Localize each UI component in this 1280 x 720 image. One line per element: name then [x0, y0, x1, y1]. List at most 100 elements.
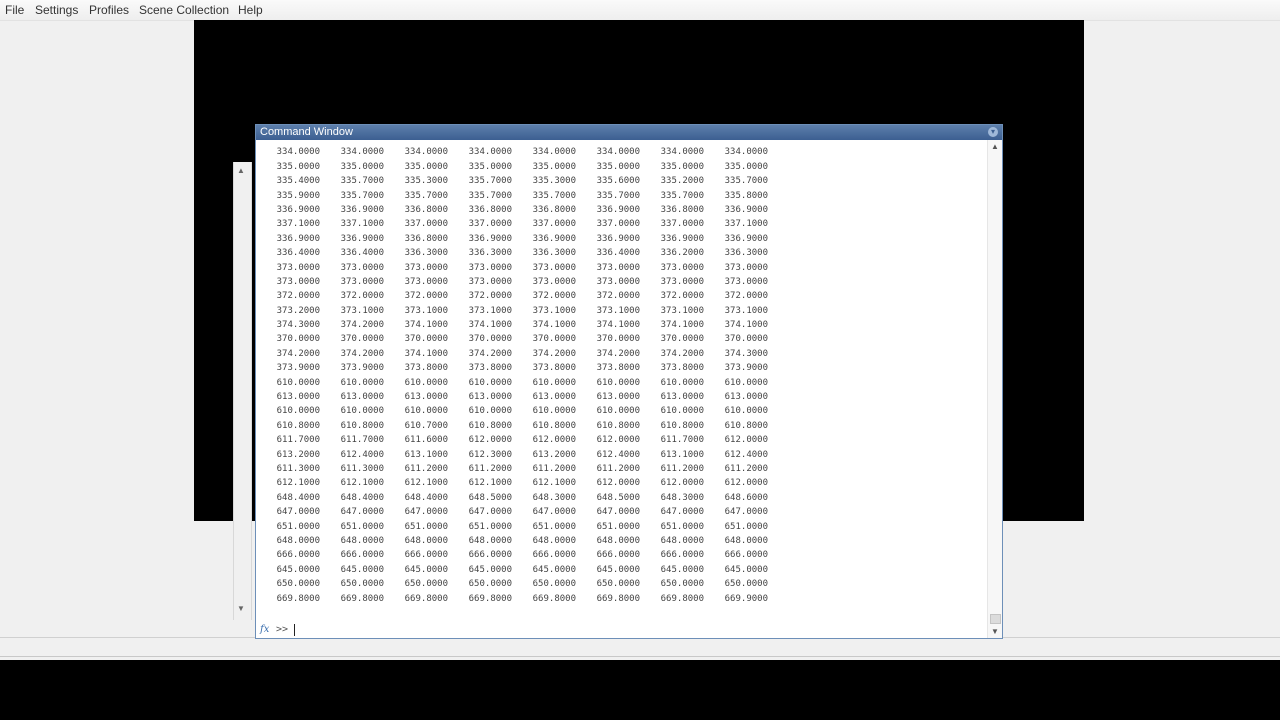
output-value: 337.1000 — [340, 219, 384, 230]
output-row: 647.0000 647.0000 647.0000 647.0000 647.0000… — [256, 505, 986, 519]
output-value: 647.0000 — [340, 507, 384, 518]
output-value: 650.0000 — [596, 579, 640, 590]
output-value: 648.4000 — [404, 492, 448, 503]
output-value: 611.2000 — [724, 463, 768, 474]
output-value: 666.0000 — [532, 550, 576, 561]
output-value: 337.1000 — [724, 219, 768, 230]
output-row: 651.0000 651.0000 651.0000 651.0000 651.0000… — [256, 520, 986, 534]
output-row: 650.0000 650.0000 650.0000 650.0000 650.0000… — [256, 577, 986, 591]
output-value: 373.0000 — [724, 262, 768, 273]
output-value: 611.7000 — [276, 435, 320, 446]
output-value: 334.0000 — [340, 147, 384, 158]
output-value: 373.8000 — [468, 363, 512, 374]
fx-icon[interactable]: fx — [260, 624, 269, 635]
command-window-titlebar[interactable]: Command Window ▾ — [256, 125, 1002, 140]
output-value: 336.4000 — [596, 248, 640, 259]
output-value: 648.3000 — [532, 492, 576, 503]
output-value: 334.0000 — [660, 147, 704, 158]
output-value: 613.0000 — [660, 392, 704, 403]
output-value: 611.7000 — [340, 435, 384, 446]
command-output: 298.4000298.3000298.3000298.3000298.4000… — [256, 140, 986, 620]
scroll-up-icon[interactable]: ▲ — [991, 142, 999, 151]
output-value: 612.0000 — [468, 435, 512, 446]
menu-help[interactable]: Help — [238, 3, 263, 17]
output-value: 645.0000 — [276, 564, 320, 575]
output-value: 336.9000 — [724, 233, 768, 244]
output-value: 373.0000 — [596, 276, 640, 287]
output-value: 373.1000 — [404, 305, 448, 316]
output-value: 610.0000 — [532, 406, 576, 417]
output-value: 651.0000 — [660, 521, 704, 532]
output-value: 373.0000 — [468, 276, 512, 287]
output-value: 335.7000 — [660, 190, 704, 201]
output-value: 373.8000 — [596, 363, 640, 374]
output-value: 337.0000 — [404, 219, 448, 230]
output-row: 336.9000 336.9000 336.8000 336.9000 336.9000… — [256, 232, 986, 246]
output-value: 613.0000 — [276, 392, 320, 403]
output-value: 373.2000 — [276, 305, 320, 316]
output-value: 650.0000 — [660, 579, 704, 590]
output-value: 374.2000 — [276, 348, 320, 359]
output-value: 374.2000 — [660, 348, 704, 359]
menu-scene-collection[interactable]: Scene Collection — [139, 3, 229, 17]
output-value: 651.0000 — [596, 521, 640, 532]
output-value: 613.2000 — [276, 449, 320, 460]
output-value: 610.0000 — [660, 406, 704, 417]
output-value: 373.8000 — [404, 363, 448, 374]
output-value: 610.0000 — [596, 377, 640, 388]
output-value: 645.0000 — [404, 564, 448, 575]
output-value: 669.8000 — [340, 593, 384, 604]
output-value: 611.6000 — [404, 435, 448, 446]
output-value: 335.7000 — [468, 176, 512, 187]
scroll-down-icon[interactable]: ▼ — [991, 627, 999, 636]
menu-profiles[interactable]: Profiles — [89, 3, 129, 17]
output-value: 374.1000 — [404, 348, 448, 359]
output-row: 373.2000 373.1000 373.1000 373.1000 373.1000… — [256, 304, 986, 318]
output-value: 648.0000 — [404, 535, 448, 546]
output-value: 612.1000 — [468, 478, 512, 489]
output-value: 335.0000 — [404, 161, 448, 172]
output-value: 645.0000 — [724, 564, 768, 575]
output-value: 336.3000 — [724, 248, 768, 259]
output-scrollbar[interactable]: ▲ ▼ — [987, 140, 1002, 638]
letterbox — [0, 660, 1280, 720]
output-value: 610.8000 — [276, 420, 320, 431]
output-value: 612.0000 — [596, 435, 640, 446]
output-value: 613.0000 — [468, 392, 512, 403]
window-menu-icon[interactable]: ▾ — [988, 127, 998, 137]
output-value: 372.0000 — [660, 291, 704, 302]
output-value: 336.8000 — [532, 204, 576, 215]
output-value: 372.0000 — [532, 291, 576, 302]
output-value: 337.0000 — [596, 219, 640, 230]
output-value: 648.5000 — [468, 492, 512, 503]
menu-file[interactable]: File — [5, 3, 24, 17]
output-value: 374.2000 — [340, 348, 384, 359]
output-value: 647.0000 — [660, 507, 704, 518]
menu-settings[interactable]: Settings — [35, 3, 78, 17]
output-value: 613.1000 — [660, 449, 704, 460]
output-value: 647.0000 — [532, 507, 576, 518]
output-value: 669.8000 — [404, 593, 448, 604]
output-value: 610.0000 — [468, 406, 512, 417]
scroll-up-icon[interactable]: ▲ — [237, 166, 245, 175]
output-value: 611.2000 — [596, 463, 640, 474]
output-value: 373.1000 — [596, 305, 640, 316]
output-value: 336.8000 — [660, 204, 704, 215]
output-value: 612.4000 — [724, 449, 768, 460]
output-value: 373.0000 — [468, 262, 512, 273]
side-scrollbar[interactable]: ▲ ▼ — [233, 162, 252, 620]
prompt-symbol: >> — [276, 624, 289, 635]
command-prompt[interactable]: fx >> — [256, 622, 986, 638]
output-row: 611.3000 611.3000 611.2000 611.2000 611.2000… — [256, 462, 986, 476]
output-value: 373.0000 — [276, 276, 320, 287]
output-value: 372.0000 — [724, 291, 768, 302]
output-row: 610.8000 610.8000 610.7000 610.8000 610.8000… — [256, 419, 986, 433]
output-value: 336.3000 — [532, 248, 576, 259]
output-value: 337.1000 — [276, 219, 320, 230]
output-value: 610.0000 — [596, 406, 640, 417]
output-value: 613.2000 — [532, 449, 576, 460]
output-value: 336.4000 — [340, 248, 384, 259]
output-value: 373.0000 — [532, 276, 576, 287]
scroll-down-icon[interactable]: ▼ — [237, 604, 245, 613]
scroll-thumb[interactable] — [990, 614, 1001, 624]
